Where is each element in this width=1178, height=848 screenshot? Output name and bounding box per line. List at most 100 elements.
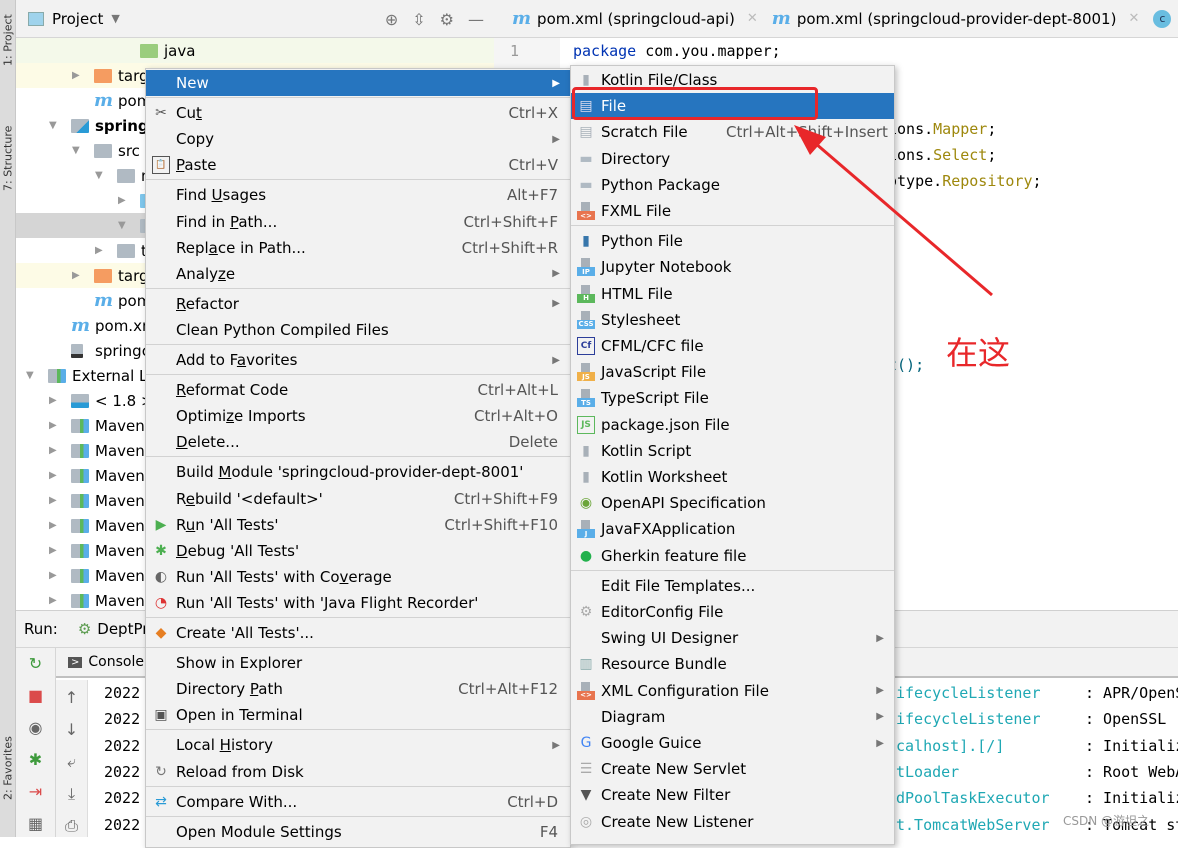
menu-item-xml-configuration-file[interactable]: <> XML Configuration File ▶: [571, 678, 894, 704]
menu-item-add-to-favorites[interactable]: Add to Favorites ▶: [146, 347, 570, 373]
debug-attach-icon[interactable]: ✱: [16, 750, 55, 769]
menu-item-run-all-tests[interactable]: ▶ Run 'All Tests' Ctrl+Shift+F10: [146, 512, 570, 538]
menu-item-diagram[interactable]: Diagram ▶: [571, 704, 894, 730]
menu-item-cut[interactable]: ✂ Cut Ctrl+X: [146, 100, 570, 126]
menu-item-new[interactable]: New ▶: [146, 70, 570, 97]
menu-item-reload-from-disk[interactable]: ↻ Reload from Disk: [146, 759, 570, 785]
console-logger[interactable]: dPoolTaskExecutor: [896, 789, 1050, 807]
expand-right-icon[interactable]: ▶: [49, 495, 57, 506]
camera-icon[interactable]: ◉: [16, 718, 55, 737]
close-icon[interactable]: ✕: [747, 11, 758, 26]
menu-item-google-guice[interactable]: G Google Guice ▶: [571, 730, 894, 756]
menu-item-clean-python-compiled-files[interactable]: Clean Python Compiled Files: [146, 317, 570, 343]
menu-item-delete[interactable]: Delete... Delete: [146, 429, 570, 455]
menu-item-local-history[interactable]: Local History ▶: [146, 732, 570, 758]
menu-item-directory-path[interactable]: Directory Path Ctrl+Alt+F12: [146, 676, 570, 702]
login-icon[interactable]: ⇥: [16, 782, 55, 801]
expand-right-icon[interactable]: ▶: [118, 195, 126, 206]
tool-tab-favorites[interactable]: 2: Favorites: [0, 728, 16, 808]
menu-item-editorconfig-file[interactable]: ⚙ EditorConfig File: [571, 599, 894, 625]
menu-item-show-in-explorer[interactable]: Show in Explorer: [146, 650, 570, 676]
layout-icon[interactable]: ▦: [16, 814, 55, 833]
menu-item-kotlin-script[interactable]: ▮ Kotlin Script: [571, 438, 894, 464]
tool-tab-project[interactable]: 1: Project: [0, 4, 16, 76]
expand-down-icon[interactable]: ▼: [118, 220, 126, 231]
menu-item-reformat-code[interactable]: Reformat Code Ctrl+Alt+L: [146, 377, 570, 403]
console-logger[interactable]: calhost].[/]: [896, 737, 1004, 755]
menu-item-stylesheet[interactable]: CSS Stylesheet: [571, 307, 894, 333]
menu-item-cfml-cfc-file[interactable]: Cf CFML/CFC file: [571, 333, 894, 359]
expand-right-icon[interactable]: ▶: [49, 520, 57, 531]
menu-item-copy[interactable]: Copy ▶: [146, 126, 570, 152]
menu-item-openapi-specification[interactable]: ◉ OpenAPI Specification: [571, 490, 894, 516]
menu-item-typescript-file[interactable]: TS TypeScript File: [571, 385, 894, 411]
menu-item-optimize-imports[interactable]: Optimize Imports Ctrl+Alt+O: [146, 403, 570, 429]
expand-down-icon[interactable]: ▼: [26, 370, 34, 381]
menu-item-compare-with[interactable]: ⇄ Compare With... Ctrl+D: [146, 789, 570, 815]
arrow-up-icon[interactable]: ↑: [56, 688, 87, 707]
menu-item-find-in-path[interactable]: Find in Path... Ctrl+Shift+F: [146, 209, 570, 235]
tab-pom-provider[interactable]: m pom.xml (springcloud-provider-dept-800…: [772, 8, 1140, 29]
menu-item-javascript-file[interactable]: JS JavaScript File: [571, 359, 894, 385]
expand-right-icon[interactable]: ▶: [49, 595, 57, 606]
expand-down-icon[interactable]: ▼: [49, 120, 57, 131]
tab-pom-api[interactable]: m pom.xml (springcloud-api) ✕: [512, 8, 758, 29]
menu-item-gherkin-feature-file[interactable]: ● Gherkin feature file: [571, 543, 894, 569]
minimize-icon[interactable]: —: [468, 10, 484, 29]
menu-item-create-new-servlet[interactable]: ☰ Create New Servlet: [571, 756, 894, 782]
print-icon[interactable]: ⎙: [56, 816, 87, 836]
collapse-all-icon[interactable]: ⇳: [412, 10, 425, 29]
menu-item-kotlin-worksheet[interactable]: ▮ Kotlin Worksheet: [571, 464, 894, 490]
menu-item-create-new-filter[interactable]: ▼ Create New Filter: [571, 782, 894, 808]
console-tab[interactable]: Console: [88, 654, 144, 670]
menu-item-edit-file-templates[interactable]: Edit File Templates...: [571, 573, 894, 599]
expand-right-icon[interactable]: ▶: [49, 470, 57, 481]
expand-right-icon[interactable]: ▶: [49, 570, 57, 581]
run-icon: ▶: [155, 516, 167, 533]
scroll-to-end-icon[interactable]: ⤓: [56, 784, 87, 804]
console-logger[interactable]: tLoader: [896, 763, 959, 781]
project-panel-title[interactable]: Project: [52, 10, 103, 28]
menu-item-replace-in-path[interactable]: Replace in Path... Ctrl+Shift+R: [146, 235, 570, 261]
stop-icon[interactable]: ■: [16, 686, 55, 705]
menu-item-run-all-tests-with-coverage[interactable]: ◐ Run 'All Tests' with Coverage: [146, 564, 570, 590]
tree-item[interactable]: java: [16, 38, 494, 63]
menu-item-analyze[interactable]: Analyze ▶: [146, 261, 570, 287]
expand-right-icon[interactable]: ▶: [72, 270, 80, 281]
menu-item-create-new-listener[interactable]: ◎ Create New Listener: [571, 809, 894, 835]
menu-item-swing-ui-designer[interactable]: Swing UI Designer ▶: [571, 625, 894, 651]
close-icon[interactable]: ✕: [1128, 11, 1139, 26]
menu-item-resource-bundle[interactable]: ▥ Resource Bundle: [571, 651, 894, 677]
expand-right-icon[interactable]: ▶: [49, 395, 57, 406]
menu-item-debug-all-tests[interactable]: ✱ Debug 'All Tests': [146, 538, 570, 564]
menu-item-build-module-springcloud-provider-dept-8001[interactable]: Build Module 'springcloud-provider-dept-…: [146, 459, 570, 485]
menu-item-rebuild-default[interactable]: Rebuild '<default>' Ctrl+Shift+F9: [146, 486, 570, 512]
expand-right-icon[interactable]: ▶: [49, 445, 57, 456]
chevron-down-icon[interactable]: ▼: [111, 12, 119, 25]
expand-down-icon[interactable]: ▼: [72, 145, 80, 156]
menu-item-create-all-tests[interactable]: ◆ Create 'All Tests'...: [146, 620, 570, 646]
expand-right-icon[interactable]: ▶: [49, 545, 57, 556]
console-logger[interactable]: ifecycleListener: [896, 710, 1041, 728]
expand-down-icon[interactable]: ▼: [95, 170, 103, 181]
menu-item-open-module-settings[interactable]: Open Module Settings F4: [146, 819, 570, 845]
locate-icon[interactable]: ⊕: [385, 10, 398, 29]
menu-item-run-all-tests-with-java-flight-recorder[interactable]: ◔ Run 'All Tests' with 'Java Flight Recor…: [146, 590, 570, 616]
rerun-icon[interactable]: ↻: [16, 654, 55, 673]
gear-icon[interactable]: ⚙: [440, 10, 454, 29]
menu-item-paste[interactable]: 📋 Paste Ctrl+V: [146, 152, 570, 178]
menu-item-find-usages[interactable]: Find Usages Alt+F7: [146, 182, 570, 208]
menu-item-package-json-file[interactable]: JS package.json File: [571, 412, 894, 438]
menu-item-open-in-terminal[interactable]: ▣ Open in Terminal: [146, 702, 570, 728]
soft-wrap-icon[interactable]: ⤶: [56, 752, 87, 772]
tool-tab-structure[interactable]: 7: Structure: [0, 118, 16, 198]
tab-class[interactable]: c D: [1153, 9, 1178, 28]
console-logger[interactable]: ifecycleListener: [896, 684, 1041, 702]
expand-right-icon[interactable]: ▶: [72, 70, 80, 81]
menu-item-refactor[interactable]: Refactor ▶: [146, 291, 570, 317]
arrow-down-icon[interactable]: ↓: [56, 720, 87, 739]
menu-item-javafxapplication[interactable]: J JavaFXApplication: [571, 516, 894, 542]
console-logger[interactable]: t.TomcatWebServer: [896, 816, 1050, 834]
expand-right-icon[interactable]: ▶: [95, 245, 103, 256]
expand-right-icon[interactable]: ▶: [49, 420, 57, 431]
